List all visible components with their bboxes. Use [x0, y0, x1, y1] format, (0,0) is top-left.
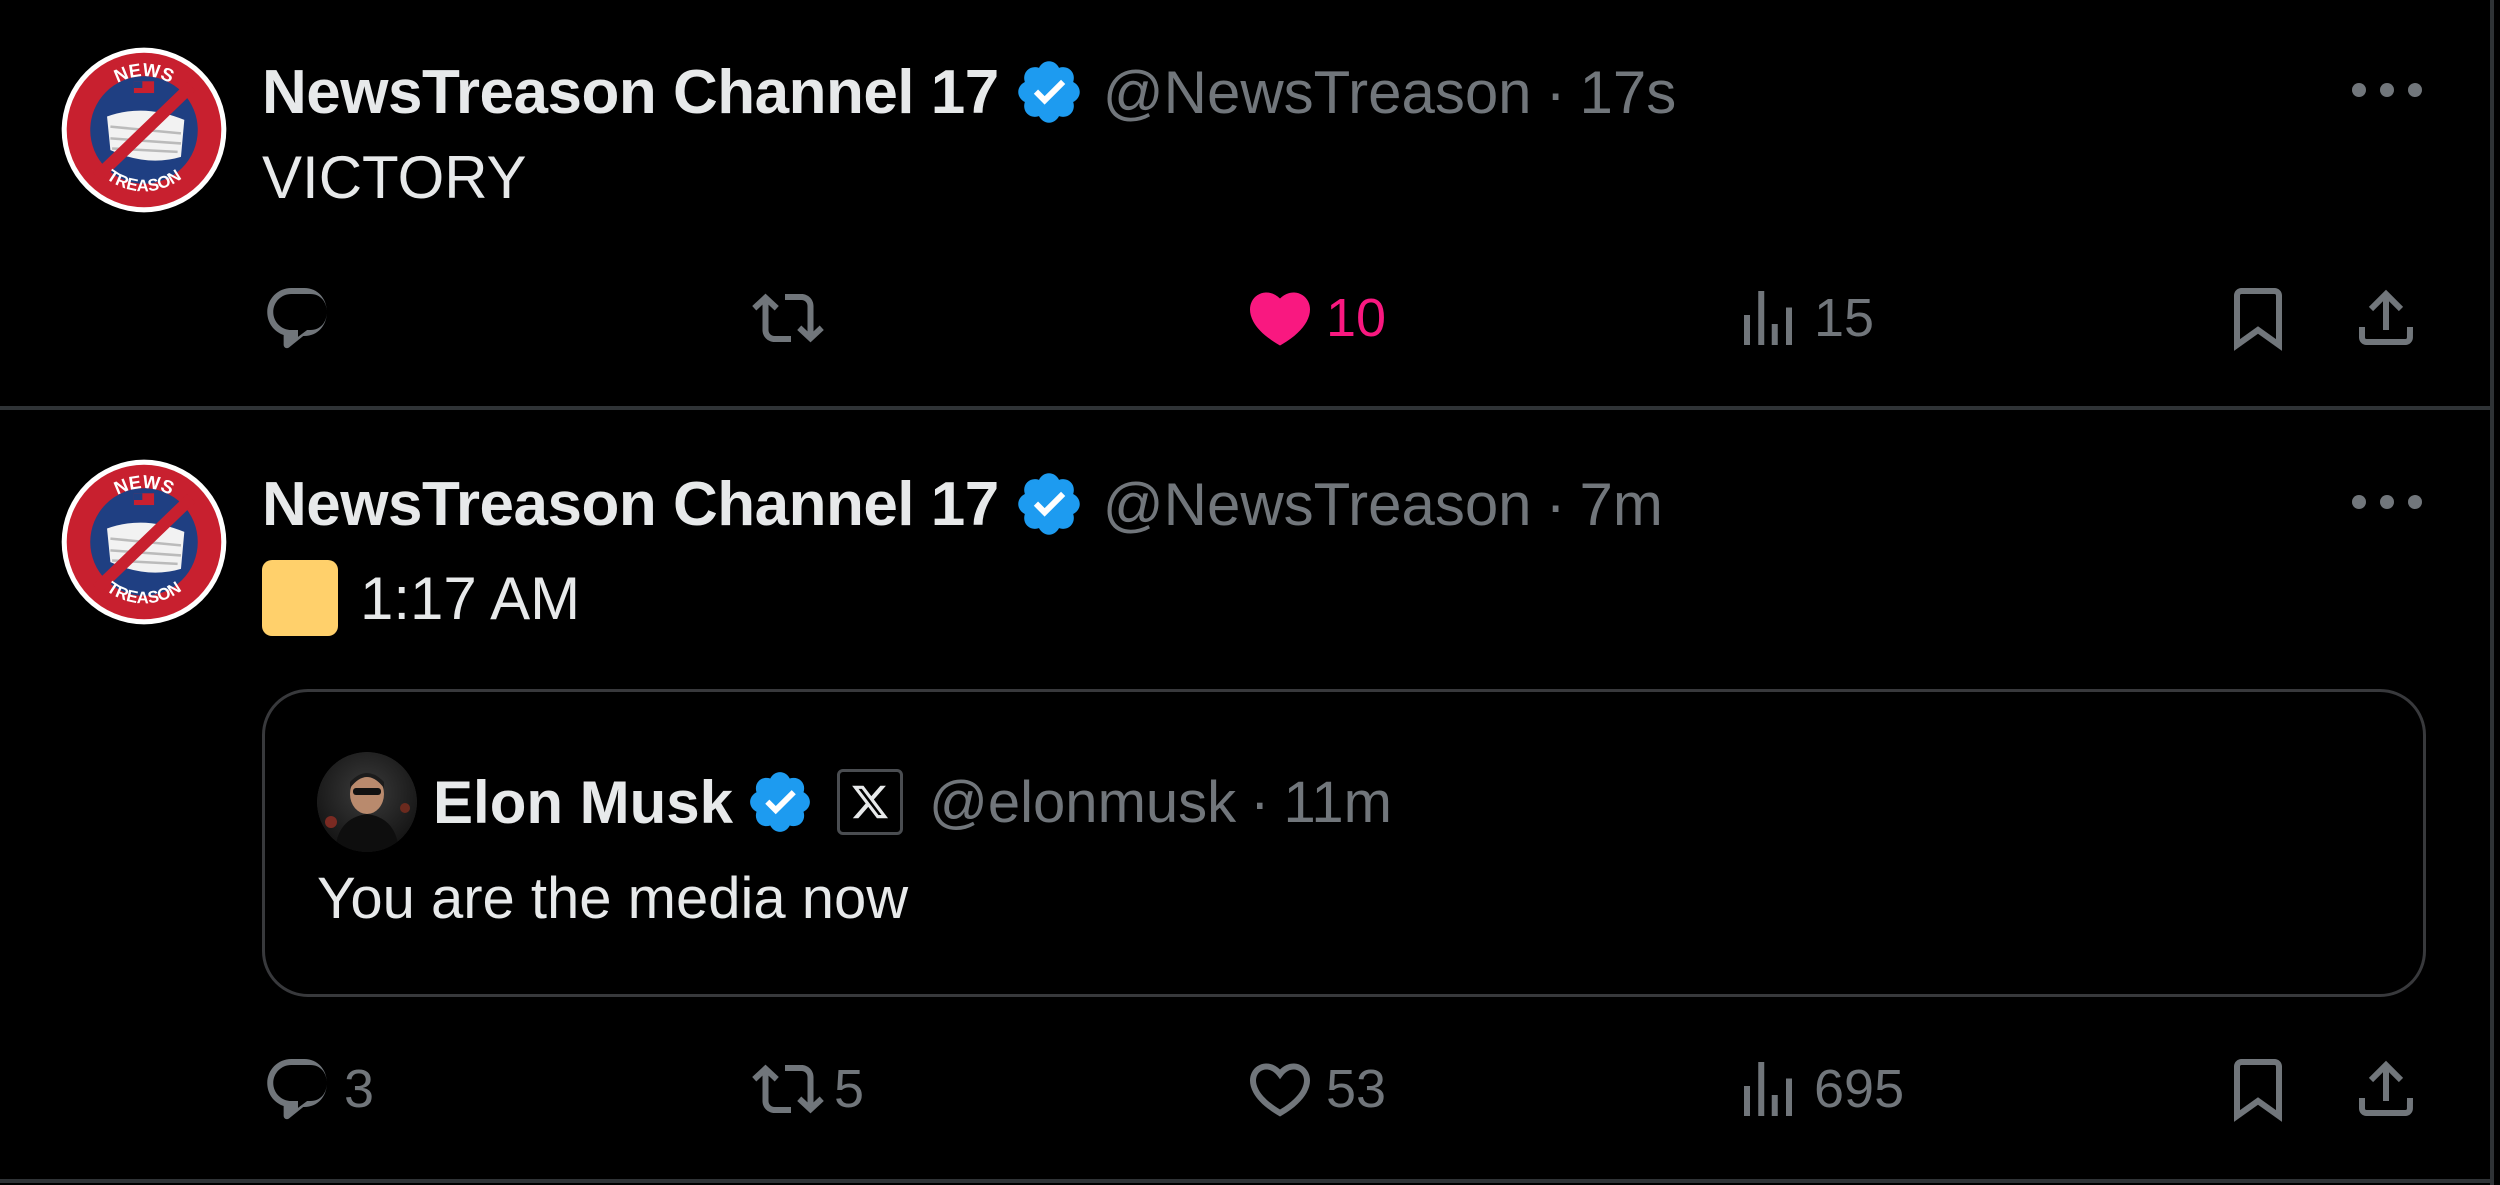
quoted-tweet-text: You are the media now [317, 866, 909, 931]
tweet-timestamp[interactable]: 7m [1580, 470, 1663, 539]
retweet-icon [752, 1053, 824, 1125]
timeline-right-border [2490, 0, 2494, 1185]
x-logo-icon[interactable] [837, 769, 904, 835]
timeline-bottom-border [0, 1179, 2494, 1183]
tweet[interactable]: NEWS TREASON NewsTreason Channel 17 @New… [0, 412, 2490, 1179]
views-icon [1732, 282, 1804, 354]
views-button[interactable]: 695 [1732, 1044, 1904, 1134]
tweet-text-content: 1:17 AM [360, 564, 581, 632]
like-count: 10 [1326, 288, 1387, 348]
retweet-button[interactable]: 5 [752, 1044, 864, 1134]
retweet-button[interactable] [752, 273, 834, 363]
like-count: 53 [1326, 1059, 1387, 1119]
share-icon [2350, 1053, 2422, 1125]
tweet-text: 1:17 AM [262, 560, 580, 636]
quoted-author-handle[interactable]: @elonmusk [929, 769, 1236, 836]
quoted-tweet-header: Elon Musk @elonmusk · 11m [317, 747, 1392, 857]
separator-dot: · [1545, 470, 1566, 538]
views-count: 695 [1814, 1059, 1905, 1119]
like-button[interactable]: 10 [1244, 273, 1386, 363]
tweet-actions: 3 5 53 695 [0, 1044, 2490, 1134]
like-button[interactable]: 53 [1244, 1044, 1386, 1134]
heart-icon [1244, 1053, 1316, 1125]
tweet-actions: 10 15 [0, 273, 2490, 363]
bookmark-icon [2222, 282, 2294, 354]
views-count: 15 [1814, 288, 1875, 348]
separator-dot: · [1250, 769, 1270, 835]
reply-button[interactable] [262, 273, 344, 363]
views-icon [1732, 1053, 1804, 1125]
author-name[interactable]: NewsTreason Channel 17 [262, 57, 999, 128]
retweet-count: 5 [834, 1059, 865, 1119]
tweet-text: VICTORY [262, 144, 527, 211]
tweet[interactable]: NEWS TREASON NewsTreason Channel 17 @New… [0, 0, 2490, 410]
quoted-tweet-timestamp[interactable]: 11m [1283, 769, 1392, 836]
avatar[interactable] [317, 752, 417, 852]
separator-dot: · [1545, 58, 1566, 126]
verified-badge-icon[interactable] [745, 767, 815, 837]
author-name[interactable]: NewsTreason Channel 17 [262, 469, 999, 540]
yellow-square-icon [262, 560, 338, 636]
tweet-header: NewsTreason Channel 17 @NewsTreason · 17… [262, 52, 1676, 132]
newstreason-logo-icon[interactable]: NEWS TREASON [60, 46, 228, 214]
views-button[interactable]: 15 [1732, 273, 1874, 363]
share-button[interactable] [2350, 1044, 2422, 1134]
newstreason-logo-icon[interactable]: NEWS TREASON [60, 458, 228, 626]
quoted-author-name[interactable]: Elon Musk [433, 768, 733, 837]
heart-filled-icon [1244, 282, 1316, 354]
tweet-header: NewsTreason Channel 17 @NewsTreason · 7m [262, 464, 1663, 544]
tweet-timestamp[interactable]: 17s [1580, 58, 1677, 127]
more-options-icon[interactable] [2352, 70, 2422, 110]
author-handle[interactable]: @NewsTreason [1103, 470, 1532, 539]
reply-icon [262, 282, 334, 354]
reply-icon [262, 1053, 334, 1125]
verified-badge-icon[interactable] [1013, 468, 1085, 540]
quoted-tweet[interactable]: Elon Musk @elonmusk · 11m You are the me… [262, 689, 2426, 997]
share-icon [2350, 282, 2422, 354]
bookmark-icon [2222, 1053, 2294, 1125]
retweet-icon [752, 282, 824, 354]
share-button[interactable] [2350, 273, 2422, 363]
more-options-icon[interactable] [2352, 482, 2422, 522]
reply-count: 3 [344, 1059, 375, 1119]
bookmark-button[interactable] [2222, 273, 2294, 363]
verified-badge-icon[interactable] [1013, 56, 1085, 128]
author-handle[interactable]: @NewsTreason [1103, 58, 1532, 127]
bookmark-button[interactable] [2222, 1044, 2294, 1134]
reply-button[interactable]: 3 [262, 1044, 374, 1134]
